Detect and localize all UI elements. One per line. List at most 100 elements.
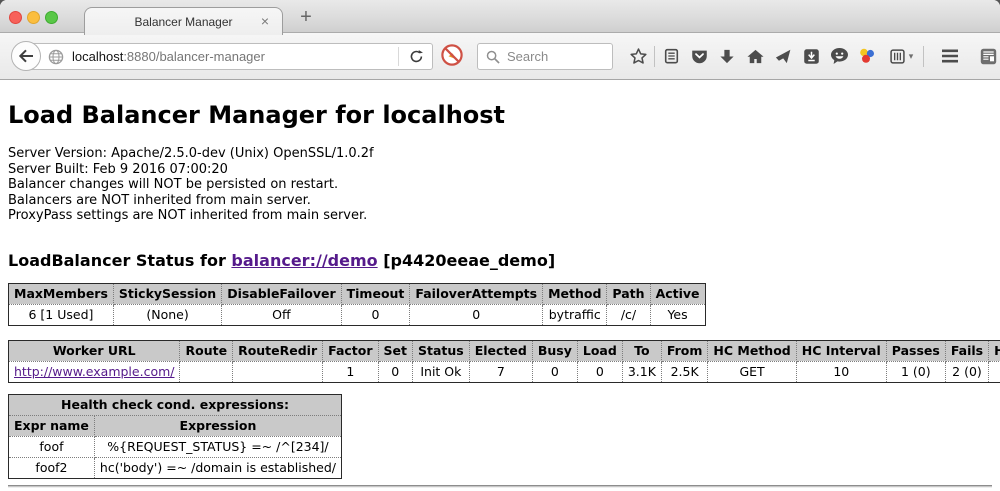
hamburger-icon: [940, 48, 960, 64]
hello-chat-button[interactable]: [825, 42, 853, 70]
cell-stickysession: (None): [113, 304, 221, 325]
extension-grid-button[interactable]: [974, 42, 1000, 70]
star-icon: [629, 47, 648, 66]
minimize-window-button[interactable]: [27, 11, 40, 24]
pocket-icon: [690, 48, 709, 65]
url-host: localhost: [72, 49, 123, 64]
worker-status-table: Worker URL Route RouteRedir Factor Set S…: [8, 340, 1000, 383]
table-header-row: Expr name Expression: [9, 415, 342, 436]
column-header: Expression: [94, 415, 341, 436]
container-icon: [889, 48, 906, 65]
column-header: Elected: [469, 340, 532, 361]
home-icon: [746, 48, 765, 65]
cell-set: 0: [378, 361, 412, 382]
server-version-line: Server Version: Apache/2.5.0-dev (Unix) …: [8, 146, 992, 162]
cell-passes: 1 (0): [886, 361, 945, 382]
tab-bar: Balancer Manager × +: [0, 0, 1000, 33]
reload-button[interactable]: [405, 46, 427, 68]
cell-hc-uri: [989, 361, 1000, 382]
column-header: HC Interval: [796, 340, 886, 361]
status-heading-prefix: LoadBalancer Status for: [8, 251, 231, 270]
cell-elected: 7: [469, 361, 532, 382]
url-text: localhost:8880/balancer-manager: [72, 49, 392, 64]
table-header-row: MaxMembers StickySession DisableFailover…: [9, 283, 706, 304]
cell-routeredir: [233, 361, 323, 382]
balancer-demo-link[interactable]: balancer://demo: [231, 251, 377, 270]
table-row: foof %{REQUEST_STATUS} =~ /^[234]/: [9, 436, 342, 457]
column-header: HC Method: [708, 340, 796, 361]
chat-smiley-icon: [830, 47, 849, 65]
column-header: Status: [413, 340, 470, 361]
table-row: foof2 hc('body') =~ /domain is establish…: [9, 457, 342, 478]
cell-failoverattempts: 0: [410, 304, 543, 325]
cell-hc-method: GET: [708, 361, 796, 382]
persist-notice-line: Balancer changes will NOT be persisted o…: [8, 177, 992, 193]
search-icon: [486, 50, 500, 64]
search-input[interactable]: Search: [477, 43, 613, 70]
extension-colored-dots-button[interactable]: [853, 42, 881, 70]
column-header: Fails: [945, 340, 988, 361]
browser-window: Balancer Manager × + localhost:8880/bala…: [0, 0, 1000, 491]
cell-expression: %{REQUEST_STATUS} =~ /^[234]/: [94, 436, 341, 457]
save-page-button[interactable]: [797, 42, 825, 70]
cell-expr-name: foof2: [9, 457, 95, 478]
content-blocked-button[interactable]: [440, 43, 464, 67]
back-button[interactable]: [11, 41, 41, 71]
cell-timeout: 0: [341, 304, 410, 325]
cell-worker-url: http://www.example.com/: [9, 361, 180, 382]
page-title: Load Balancer Manager for localhost: [8, 80, 992, 130]
downloads-button[interactable]: [713, 42, 741, 70]
server-built-line: Server Built: Feb 9 2016 07:00:20: [8, 162, 992, 178]
table-header-row: Worker URL Route RouteRedir Factor Set S…: [9, 340, 1000, 361]
cell-method: bytraffic: [543, 304, 607, 325]
cell-hc-interval: 10: [796, 361, 886, 382]
balancers-notice-line: Balancers are NOT inherited from main se…: [8, 193, 992, 209]
tab-close-icon[interactable]: ×: [257, 13, 273, 29]
column-header: Expr name: [9, 415, 95, 436]
navigation-toolbar: localhost:8880/balancer-manager Search: [0, 33, 1000, 80]
url-path: :8880/balancer-manager: [123, 49, 265, 64]
page-content: Load Balancer Manager for localhost Serv…: [0, 80, 1000, 490]
toolbar-separator: [923, 46, 924, 67]
zoom-window-button[interactable]: [45, 11, 58, 24]
blocked-icon: [440, 43, 464, 67]
cell-maxmembers: 6 [1 Used]: [9, 304, 114, 325]
reading-list-button[interactable]: [657, 42, 685, 70]
bookmark-star-button[interactable]: [624, 42, 652, 70]
column-header: MaxMembers: [9, 283, 114, 304]
column-header: StickySession: [113, 283, 221, 304]
globe-icon: [48, 49, 64, 65]
column-header: Method: [543, 283, 607, 304]
pocket-button[interactable]: [685, 42, 713, 70]
tab-balancer-manager[interactable]: Balancer Manager ×: [84, 7, 283, 35]
column-header: Set: [378, 340, 412, 361]
containers-button[interactable]: ▾: [881, 42, 921, 70]
column-header: FailoverAttempts: [410, 283, 543, 304]
cell-active: Yes: [650, 304, 705, 325]
cell-status: Init Ok: [413, 361, 470, 382]
column-header: Factor: [323, 340, 378, 361]
column-header: To: [622, 340, 661, 361]
toolbar-buttons: ▾: [624, 41, 1000, 71]
close-window-button[interactable]: [9, 11, 22, 24]
health-check-table: Health check cond. expressions: Expr nam…: [8, 394, 342, 479]
url-bar[interactable]: localhost:8880/balancer-manager: [26, 43, 433, 70]
horizontal-rule: [8, 485, 992, 488]
tab-title: Balancer Manager: [134, 15, 232, 29]
home-button[interactable]: [741, 42, 769, 70]
cell-load: 0: [577, 361, 622, 382]
worker-url-link[interactable]: http://www.example.com/: [14, 364, 174, 379]
cell-route: [180, 361, 233, 382]
download-arrow-icon: [719, 48, 735, 65]
cell-expression: hc('body') =~ /domain is established/: [94, 457, 341, 478]
menu-button[interactable]: [936, 42, 964, 70]
cell-fails: 2 (0): [945, 361, 988, 382]
toolbar-separator: [654, 46, 655, 67]
column-header: From: [661, 340, 708, 361]
column-header: Busy: [532, 340, 577, 361]
proxypass-notice-line: ProxyPass settings are NOT inherited fro…: [8, 208, 992, 224]
send-tab-button[interactable]: [769, 42, 797, 70]
new-tab-button[interactable]: +: [293, 4, 319, 30]
reload-icon: [409, 49, 424, 64]
column-header: RouteRedir: [233, 340, 323, 361]
